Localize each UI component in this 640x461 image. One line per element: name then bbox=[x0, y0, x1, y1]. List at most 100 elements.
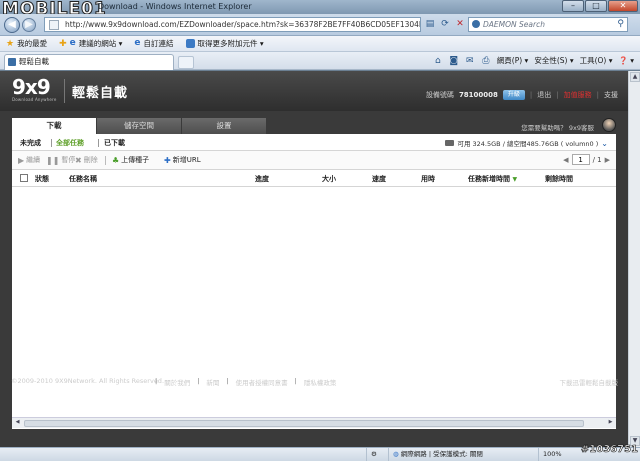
compat-view-icon[interactable]: ▤ bbox=[424, 18, 436, 31]
column-added-time[interactable]: 任務新增時間 ▼ bbox=[468, 174, 517, 184]
scroll-up-icon[interactable]: ▲ bbox=[630, 72, 640, 82]
page-icon bbox=[49, 20, 59, 30]
help-menu[interactable]: ❓ ▾ bbox=[619, 56, 635, 65]
site-footer: ©2009-2010 9X9Network. All Rights Reserv… bbox=[0, 371, 628, 391]
daemon-logo-icon bbox=[472, 20, 480, 28]
logout-link[interactable]: 退出 bbox=[537, 90, 551, 100]
news-link[interactable]: 新聞 bbox=[206, 377, 219, 387]
column-speed[interactable]: 速度 bbox=[372, 174, 386, 184]
privacy-link[interactable]: 隱私權政策 bbox=[304, 377, 337, 387]
safety-menu[interactable]: 安全性(S) ▾ bbox=[534, 55, 573, 66]
prev-page-icon[interactable]: ◀ bbox=[563, 156, 568, 164]
delete-icon: ✖ bbox=[75, 155, 82, 165]
tools-menu[interactable]: 工具(O) ▾ bbox=[580, 55, 613, 66]
add-url-button[interactable]: ✚ 新增URL bbox=[164, 155, 201, 165]
upgrade-button[interactable]: 升級 bbox=[502, 90, 525, 100]
column-status[interactable]: 狀態 bbox=[35, 174, 49, 184]
filter-downloaded[interactable]: 已下載 bbox=[104, 138, 125, 148]
zoom-level[interactable]: 100% bbox=[538, 448, 574, 461]
footer-links: | 關於我們 | 新聞 | 使用者授權同意書 | 隱私權政策 bbox=[155, 377, 337, 387]
drive-icon bbox=[445, 140, 455, 146]
zone-status: ◍ 網際網路 | 受保護模式: 關閉 bbox=[388, 448, 538, 461]
security-icon[interactable]: ⚙ bbox=[366, 448, 388, 461]
back-icon[interactable]: ◀ bbox=[4, 17, 20, 33]
support-avatar[interactable] bbox=[602, 118, 616, 132]
help-link[interactable]: 您需要幫助嗎？ 9x9客服 bbox=[521, 122, 594, 132]
get-addons-link[interactable]: 取得更多附加元件 ▾ bbox=[185, 38, 264, 49]
toolbar-divider bbox=[105, 156, 106, 165]
site-logo[interactable]: 9x9 Download Anywhere bbox=[12, 77, 60, 105]
page-number-input[interactable] bbox=[571, 154, 590, 165]
tab-download[interactable]: 下載 bbox=[12, 118, 96, 134]
task-table-header: 狀態 任務名稱 進度 大小 速度 用時 任務新增時間 ▼ 剩餘時間 bbox=[12, 170, 616, 187]
pause-icon: ❚❚ bbox=[46, 155, 60, 165]
vertical-scrollbar[interactable]: ▲ ▼ bbox=[628, 71, 640, 447]
browser-tab[interactable]: 輕鬆自載 bbox=[4, 54, 174, 70]
column-size[interactable]: 大小 bbox=[322, 174, 336, 184]
app-title: 輕鬆自載 bbox=[72, 86, 129, 101]
suggested-sites-link[interactable]: ✚ e 建議的網站 ▾ bbox=[59, 38, 122, 49]
mail-icon[interactable]: ✉ bbox=[465, 56, 475, 66]
favorites-button[interactable]: ★ 我的最愛 bbox=[6, 38, 47, 49]
command-bar: ⌂ ◙ ✉ ⎙ 網頁(P) ▾ 安全性(S) ▾ 工具(O) ▾ ❓ ▾ bbox=[433, 55, 634, 66]
address-input[interactable]: http://www.9x9download.com/EZDownloader/… bbox=[44, 17, 421, 32]
delete-button[interactable]: ✖ 刪除 bbox=[75, 155, 98, 165]
ie-icon: e bbox=[134, 38, 141, 48]
filter-all-tasks[interactable]: 全部任務 bbox=[56, 138, 84, 148]
seed-icon: ♣ bbox=[112, 155, 120, 165]
forward-icon[interactable]: ▶ bbox=[22, 18, 36, 32]
stop-icon[interactable]: ✕ bbox=[454, 18, 466, 31]
account-number: 78100008 bbox=[458, 91, 498, 99]
search-input[interactable]: DAEMON Search ⚲ bbox=[468, 17, 628, 32]
about-link[interactable]: 關於我們 bbox=[164, 377, 190, 387]
chevron-down-icon[interactable]: ⌄ bbox=[601, 139, 608, 148]
add-favorite-icon: ✚ bbox=[59, 38, 67, 49]
favorites-bar: ★ 我的最愛 ✚ e 建議的網站 ▾ e 自訂連結 取得更多附加元件 ▾ bbox=[0, 36, 640, 52]
storage-info: 可用 324.5GB / 總空間485.76GB ( volumn0 ) ⌄ bbox=[445, 138, 608, 148]
close-icon[interactable]: ✕ bbox=[608, 0, 638, 12]
page-menu[interactable]: 網頁(P) ▾ bbox=[497, 55, 529, 66]
filter-divider bbox=[51, 139, 52, 147]
premium-link[interactable]: 加值服務 bbox=[564, 90, 592, 100]
column-elapsed[interactable]: 用時 bbox=[421, 174, 435, 184]
column-progress[interactable]: 進度 bbox=[255, 174, 269, 184]
column-remaining[interactable]: 剩餘時間 bbox=[545, 174, 573, 184]
help-agent-name: 9x9客服 bbox=[568, 124, 594, 132]
play-icon: ▶ bbox=[18, 155, 25, 165]
task-filter-bar: 未完成 全部任務 已下載 可用 324.5GB / 總空間485.76GB ( … bbox=[12, 134, 616, 151]
scroll-left-icon[interactable]: ◀ bbox=[13, 419, 22, 427]
ie-icon: e bbox=[69, 38, 76, 48]
tab-settings[interactable]: 設置 bbox=[182, 118, 266, 134]
refresh-icon[interactable]: ⟳ bbox=[439, 18, 451, 31]
download-client-link[interactable]: 下載迅雷輕鬆自載版 bbox=[560, 377, 619, 387]
support-link[interactable]: 支援 bbox=[604, 90, 618, 100]
window-controls: – □ ✕ bbox=[562, 0, 638, 12]
next-page-icon[interactable]: ▶ bbox=[605, 156, 610, 164]
horizontal-scrollbar[interactable]: ◀ ▶ bbox=[12, 417, 616, 428]
upload-seed-button[interactable]: ♣ 上傳種子 bbox=[112, 155, 149, 165]
select-all-checkbox[interactable] bbox=[20, 174, 28, 182]
scroll-thumb[interactable] bbox=[24, 420, 584, 427]
rss-icon[interactable]: ◙ bbox=[449, 56, 459, 66]
tab-storage[interactable]: 儲存空間 bbox=[97, 118, 181, 134]
account-area: 設備號碼 78100008 升級 | 退出 | 加值服務 | 支援 bbox=[425, 90, 618, 100]
new-tab-button[interactable] bbox=[178, 56, 194, 69]
filter-incomplete[interactable]: 未完成 bbox=[20, 138, 41, 148]
home-icon[interactable]: ⌂ bbox=[433, 56, 443, 66]
license-link[interactable]: 使用者授權同意書 bbox=[236, 377, 288, 387]
maximize-icon[interactable]: □ bbox=[585, 0, 607, 12]
pause-button[interactable]: ❚❚ 暫停 bbox=[46, 155, 75, 165]
pager: ◀ / 1 ▶ bbox=[563, 154, 610, 165]
filter-divider bbox=[98, 139, 99, 147]
star-icon: ★ bbox=[6, 38, 15, 49]
resume-button[interactable]: ▶ 繼續 bbox=[18, 155, 40, 165]
column-task-name[interactable]: 任務名稱 bbox=[69, 174, 97, 184]
minimize-icon[interactable]: – bbox=[562, 0, 584, 12]
window-title: Download - Windows Internet Explorer bbox=[98, 2, 252, 11]
scroll-right-icon[interactable]: ▶ bbox=[606, 419, 615, 427]
print-icon[interactable]: ⎙ bbox=[481, 56, 491, 66]
search-icon[interactable]: ⚲ bbox=[617, 18, 624, 31]
page-total: / 1 bbox=[592, 155, 602, 164]
custom-links-link[interactable]: e 自訂連結 bbox=[134, 38, 173, 49]
site-header: 9x9 Download Anywhere 輕鬆自載 設備號碼 78100008… bbox=[0, 71, 628, 111]
